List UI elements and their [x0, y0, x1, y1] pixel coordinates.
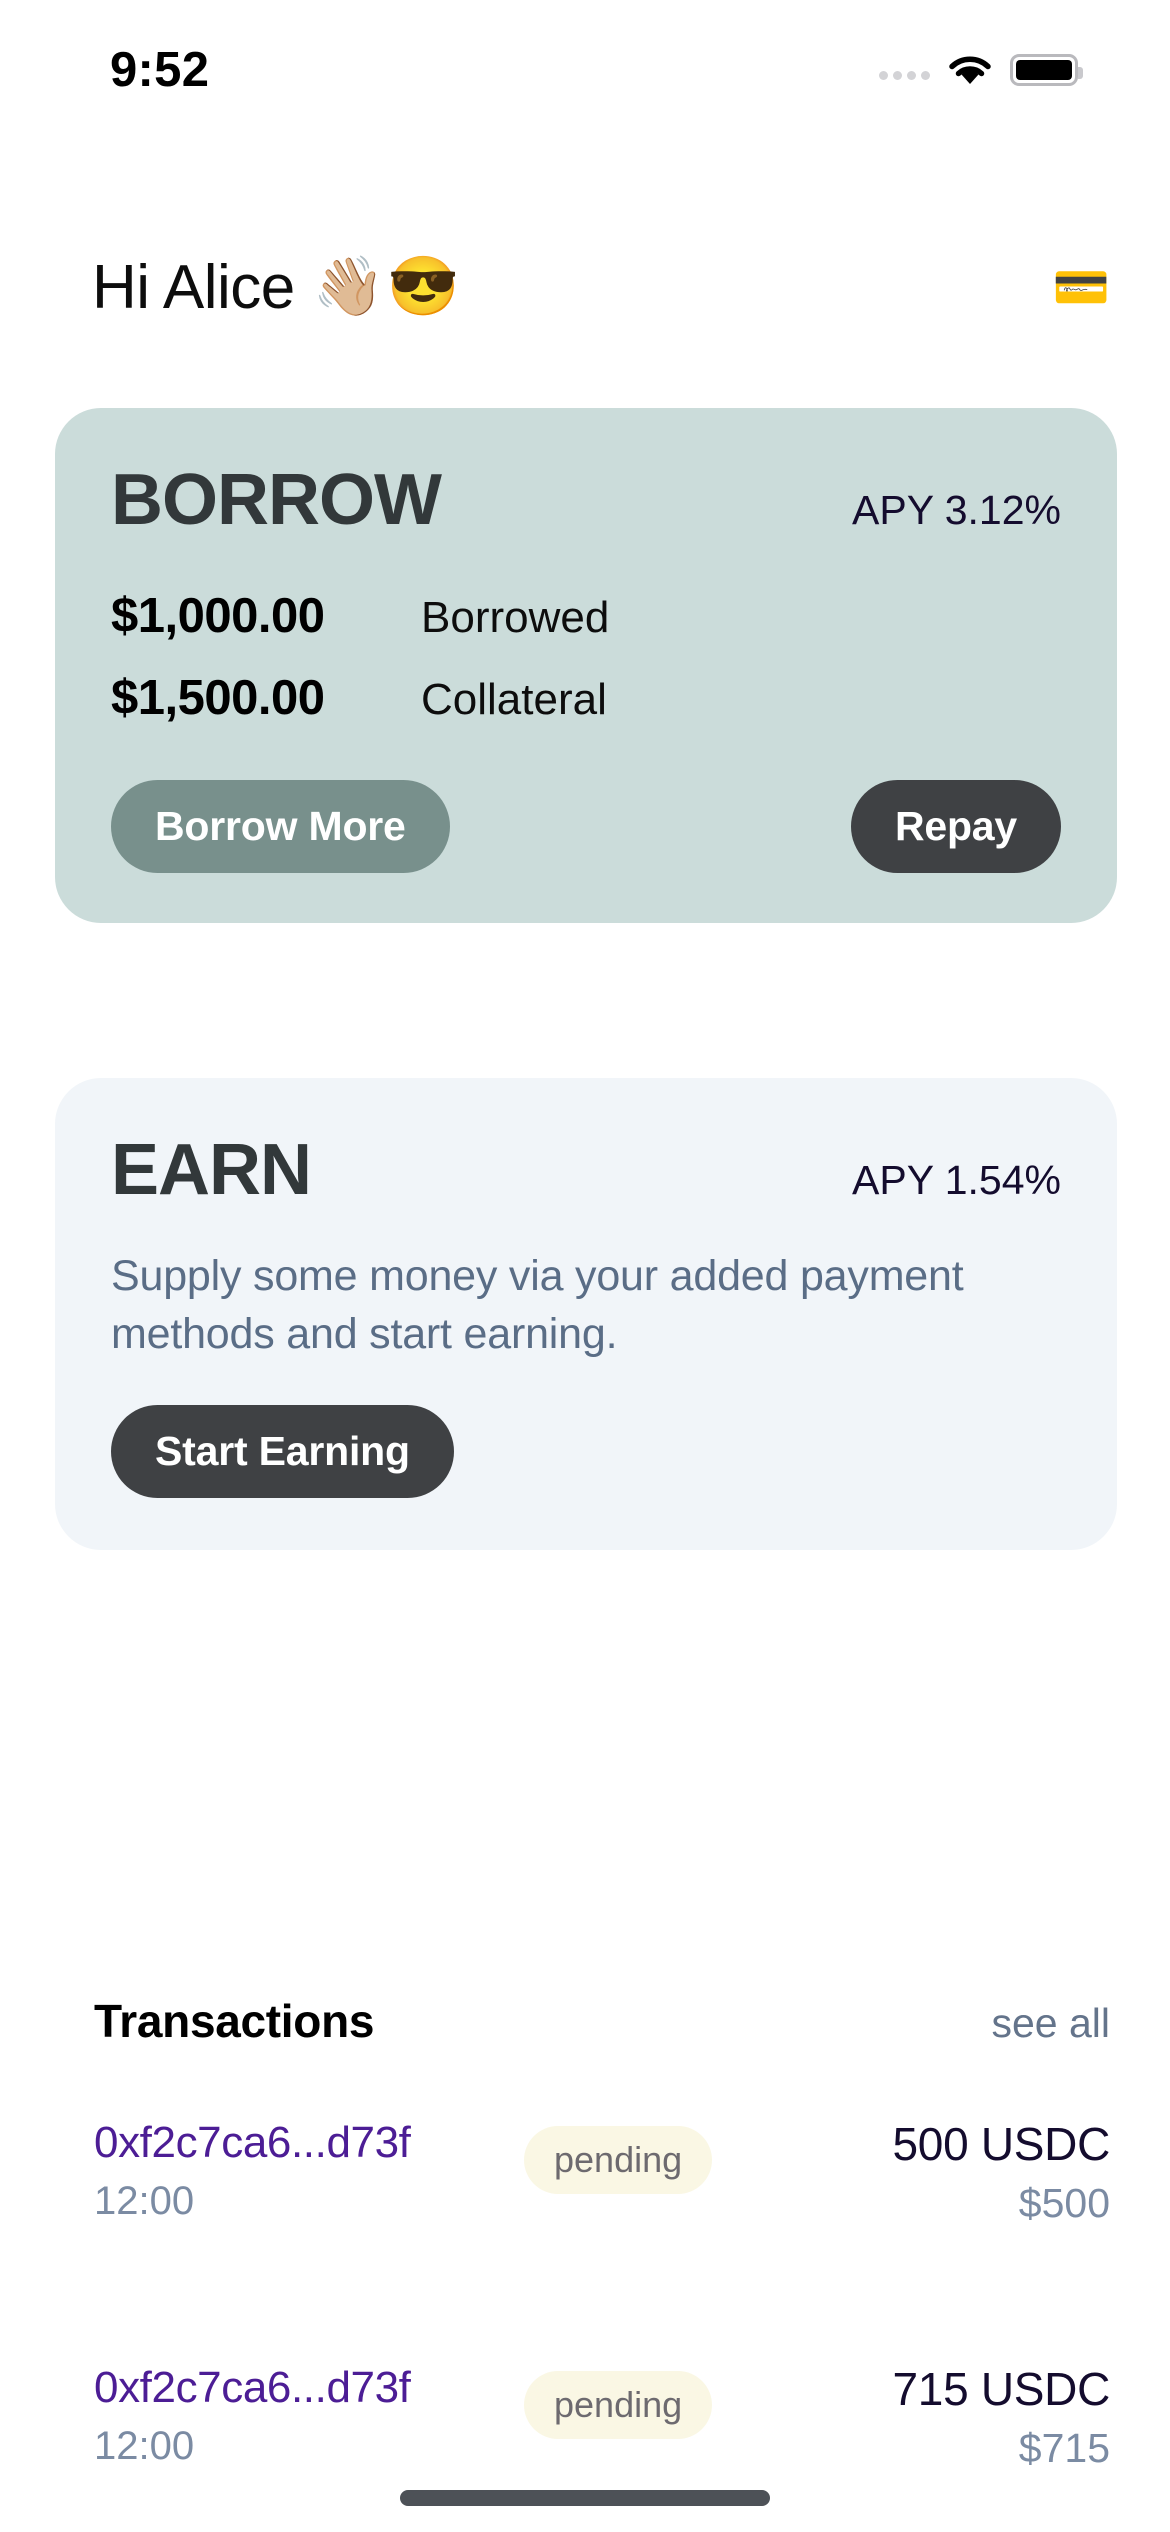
borrow-card: BORROW APY 3.12% $1,000.00 Borrowed $1,5…	[55, 408, 1117, 923]
repay-button[interactable]: Repay	[850, 780, 1061, 873]
transaction-values: 715 USDC $715	[804, 2363, 1111, 2471]
status-bar: 9:52	[0, 0, 1170, 140]
app-screen: 9:52 Hi Alice 👋🏼😎 💳 BORROW APY 3.12% $1,…	[0, 0, 1170, 2532]
transaction-amount: 715 USDC	[892, 2363, 1111, 2415]
credit-card-icon[interactable]: 💳	[1053, 264, 1110, 310]
transactions-heading: Transactions	[94, 1995, 375, 2047]
collateral-row: $1,500.00 Collateral	[111, 670, 1061, 726]
borrow-apy: APY 3.12%	[852, 487, 1061, 533]
transaction-hash[interactable]: 0xf2c7ca6...d73f	[94, 2118, 524, 2169]
earn-card: EARN APY 1.54% Supply some money via you…	[55, 1078, 1117, 1551]
earn-actions: Start Earning	[111, 1405, 1061, 1499]
earn-card-title: EARN	[111, 1130, 312, 1210]
start-earning-button[interactable]: Start Earning	[111, 1405, 454, 1499]
transaction-usd: $715	[1018, 2424, 1110, 2471]
transaction-amount: 500 USDC	[892, 2118, 1111, 2170]
battery-full-icon	[1010, 54, 1083, 86]
status-indicators	[879, 54, 1083, 86]
transaction-identity: 0xf2c7ca6...d73f 12:00	[94, 2118, 524, 2223]
status-time: 9:52	[110, 42, 210, 97]
greeting-text: Hi Alice	[92, 252, 295, 322]
transactions-list: 0xf2c7ca6...d73f 12:00 pending 500 USDC …	[0, 2104, 1170, 2532]
borrow-card-header: BORROW APY 3.12%	[111, 464, 1061, 536]
status-badge: pending	[524, 2126, 713, 2194]
borrow-more-button[interactable]: Borrow More	[111, 780, 450, 873]
transaction-hash[interactable]: 0xf2c7ca6...d73f	[94, 2363, 524, 2414]
cellular-dots-icon	[879, 60, 930, 80]
transaction-time: 12:00	[94, 2178, 195, 2223]
borrowed-value: $1,000.00	[111, 589, 325, 643]
earn-apy: APY 1.54%	[852, 1157, 1061, 1203]
borrow-card-title: BORROW	[111, 460, 442, 540]
greeting-emoji: 👋🏼😎	[312, 254, 462, 319]
borrowed-row: $1,000.00 Borrowed	[111, 588, 1061, 644]
transaction-time: 12:00	[94, 2423, 195, 2468]
see-all-link[interactable]: see all	[991, 2000, 1110, 2047]
borrowed-label: Borrowed	[421, 593, 610, 642]
transaction-status-col: pending	[524, 2363, 804, 2439]
collateral-value: $1,500.00	[111, 671, 325, 725]
borrow-amounts: $1,000.00 Borrowed $1,500.00 Collateral	[111, 588, 1061, 726]
wifi-icon	[949, 56, 991, 84]
transaction-values: 500 USDC $500	[804, 2118, 1111, 2226]
home-indicator[interactable]	[400, 2490, 770, 2506]
earn-description: Supply some money via your added payment…	[111, 1252, 964, 1358]
page-title: Hi Alice 👋🏼😎	[92, 252, 461, 323]
transactions-header: Transactions see all	[0, 1994, 1170, 2048]
header: Hi Alice 👋🏼😎 💳	[0, 232, 1170, 342]
earn-card-header: EARN APY 1.54%	[111, 1134, 1061, 1206]
collateral-label: Collateral	[421, 675, 607, 724]
table-row[interactable]: 0xf2c7ca6...d73f 12:00 pending 500 USDC …	[94, 2104, 1110, 2349]
transaction-status-col: pending	[524, 2118, 804, 2194]
status-badge: pending	[524, 2371, 713, 2439]
transaction-identity: 0xf2c7ca6...d73f 12:00	[94, 2363, 524, 2468]
borrow-actions: Borrow More Repay	[111, 780, 1061, 873]
transaction-usd: $500	[1018, 2179, 1110, 2226]
